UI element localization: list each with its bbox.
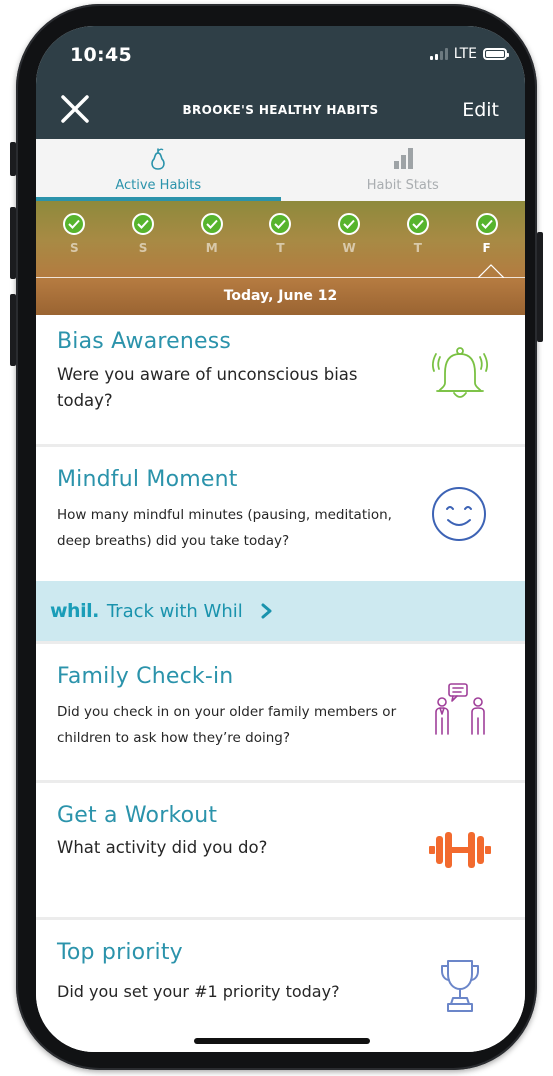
habit-title: Family Check-in	[57, 664, 234, 689]
check-icon	[132, 213, 155, 235]
battery-icon	[483, 48, 509, 60]
day-list: S S M T W T F	[36, 213, 525, 255]
day-letter: T	[413, 241, 422, 255]
habit-title: Top priority	[57, 940, 183, 965]
tab-label: Active Habits	[115, 178, 202, 193]
tab-bar: Active Habits Habit Stats	[36, 139, 525, 201]
check-icon	[475, 213, 498, 235]
habit-question: Did you set your #1 priority today?	[57, 982, 340, 1001]
bar-chart-icon	[393, 148, 413, 169]
habit-question: Were you aware of unconscious bias today…	[57, 365, 358, 410]
volume-up-button	[10, 207, 16, 279]
day-letter: S	[70, 241, 79, 255]
app-screen: 10:45 LTE BROOKE'S HEALTHY HABITS Edit A…	[36, 26, 525, 1052]
habit-question: Did you check in on your older family me…	[57, 704, 397, 747]
status-indicators: LTE	[429, 46, 509, 62]
habit-card-mindful-moment[interactable]: Mindful Moment How many mindful minutes …	[36, 447, 525, 581]
tab-label: Habit Stats	[366, 178, 439, 193]
day-item-selected[interactable]: F	[467, 213, 507, 255]
day-item[interactable]: T	[260, 213, 300, 255]
check-icon	[200, 213, 223, 235]
track-with-whil-button[interactable]: whil. Track with Whil	[36, 581, 525, 641]
check-icon	[63, 213, 86, 235]
whil-logo: whil.	[50, 600, 99, 622]
status-time: 10:45	[70, 44, 132, 66]
today-label: Today, June 12	[223, 288, 338, 304]
page-title: BROOKE'S HEALTHY HABITS	[182, 103, 379, 117]
habit-title: Get a Workout	[57, 803, 218, 828]
signal-icon	[429, 48, 448, 60]
habit-title: Mindful Moment	[57, 467, 238, 492]
habit-card-top-priority[interactable]: Top priority Did you set your #1 priorit…	[36, 920, 525, 1052]
home-indicator[interactable]	[194, 1038, 370, 1044]
caret-up-icon	[478, 264, 504, 278]
family-chat-icon	[435, 683, 485, 735]
volume-down-button	[10, 294, 16, 366]
habit-question: What activity did you do?	[57, 838, 268, 857]
trophy-icon	[441, 960, 479, 1012]
pear-icon	[151, 148, 165, 170]
power-button	[537, 232, 543, 342]
day-letter: W	[342, 241, 356, 255]
day-item[interactable]: T	[398, 213, 438, 255]
day-letter: M	[205, 241, 218, 255]
check-icon	[406, 213, 429, 235]
day-item[interactable]: M	[192, 213, 232, 255]
whil-label: Track with Whil	[106, 600, 243, 622]
day-item[interactable]: S	[123, 213, 163, 255]
app-header: 10:45 LTE BROOKE'S HEALTHY HABITS Edit	[36, 26, 525, 139]
tab-active-habits[interactable]: Active Habits	[36, 139, 281, 201]
day-item[interactable]: S	[54, 213, 94, 255]
day-letter: S	[138, 241, 148, 255]
day-letter: T	[276, 241, 285, 255]
habit-card-bias-awareness[interactable]: Bias Awareness Were you aware of unconsc…	[36, 315, 525, 447]
habit-title: Bias Awareness	[57, 329, 232, 354]
check-icon	[338, 213, 361, 235]
check-icon	[269, 213, 292, 235]
edit-button[interactable]: Edit	[462, 99, 499, 121]
bell-icon	[431, 347, 489, 398]
week-divider	[36, 277, 525, 278]
day-letter: F	[482, 241, 491, 255]
smiley-icon	[432, 487, 486, 541]
network-label: LTE	[453, 46, 477, 62]
dumbbell-icon	[429, 832, 491, 868]
tab-habit-stats[interactable]: Habit Stats	[281, 139, 526, 201]
habit-question: How many mindful minutes (pausing, medit…	[57, 507, 392, 550]
mute-switch	[10, 142, 16, 176]
habit-card-get-a-workout[interactable]: Get a Workout What activity did you do?	[36, 783, 525, 920]
week-strip: S S M T W T F Today, June 12	[36, 201, 525, 315]
day-item[interactable]: W	[329, 213, 369, 255]
chevron-right-icon	[261, 603, 272, 619]
habit-card-family-check-in[interactable]: Family Check-in Did you check in on your…	[36, 641, 525, 783]
